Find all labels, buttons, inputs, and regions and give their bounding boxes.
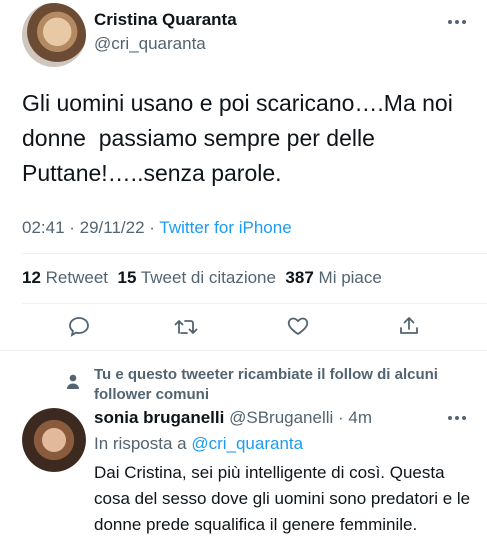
- reply-author-name[interactable]: sonia bruganelli: [94, 408, 224, 427]
- more-options-icon[interactable]: [445, 12, 469, 32]
- like-stat[interactable]: 387 Mi piace: [285, 268, 381, 287]
- reply-button[interactable]: [65, 312, 93, 340]
- reply-author-avatar[interactable]: [22, 408, 86, 472]
- reply-header: sonia bruganelli @SBruganelli · 4m: [94, 408, 372, 428]
- person-icon: [64, 373, 82, 391]
- retweet-stat[interactable]: 12 Retweet: [22, 268, 108, 287]
- author-handle[interactable]: @cri_quaranta: [94, 34, 206, 54]
- more-options-icon[interactable]: [445, 408, 469, 428]
- author-name[interactable]: Cristina Quaranta: [94, 10, 237, 30]
- tweet-timestamp: 02:41 · 29/11/22 · Twitter for iPhone: [22, 218, 292, 238]
- tweet-time[interactable]: 02:41 · 29/11/22 ·: [22, 218, 159, 237]
- retweet-button[interactable]: [172, 312, 200, 340]
- reply-time[interactable]: · 4m: [338, 408, 372, 427]
- retweet-icon: [174, 320, 198, 334]
- quote-stat[interactable]: 15 Tweet di citazione: [117, 268, 275, 287]
- reply-text: Dai Cristina, sei più intelligente di co…: [94, 463, 471, 534]
- share-button[interactable]: [395, 312, 423, 340]
- reply-author-handle[interactable]: @SBruganelli: [229, 408, 333, 427]
- divider: [0, 350, 487, 351]
- author-avatar[interactable]: [22, 3, 86, 67]
- tweet-stats: 12 Retweet 15 Tweet di citazione 387 Mi …: [22, 268, 382, 288]
- tweet-text: Gli uomini usano e poi scaricano….Ma noi…: [22, 90, 460, 186]
- divider: [22, 253, 487, 254]
- like-button[interactable]: [284, 312, 312, 340]
- tweet-source[interactable]: Twitter for iPhone: [159, 218, 291, 237]
- share-icon: [400, 317, 418, 334]
- social-context[interactable]: Tu e questo tweeter ricambiate il follow…: [94, 365, 464, 405]
- reply-icon: [69, 317, 89, 337]
- divider: [22, 303, 487, 304]
- in-reply-to-handle[interactable]: @cri_quaranta: [191, 434, 303, 453]
- heart-icon: [287, 317, 309, 335]
- in-reply-to: In risposta a @cri_quaranta: [94, 434, 304, 453]
